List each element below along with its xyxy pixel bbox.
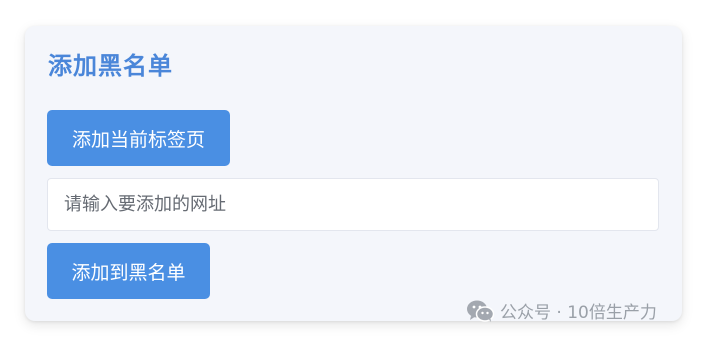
blacklist-panel: 添加黑名单 添加当前标签页 添加到黑名单 bbox=[25, 26, 682, 321]
wechat-icon bbox=[467, 300, 494, 322]
add-current-tab-button[interactable]: 添加当前标签页 bbox=[47, 110, 230, 166]
add-to-blacklist-button[interactable]: 添加到黑名单 bbox=[47, 243, 210, 299]
panel-title: 添加黑名单 bbox=[48, 52, 173, 80]
watermark-text: 公众号 · 10倍生产力 bbox=[500, 303, 657, 323]
url-input[interactable] bbox=[47, 178, 659, 231]
watermark: 公众号 · 10倍生产力 bbox=[466, 298, 657, 323]
